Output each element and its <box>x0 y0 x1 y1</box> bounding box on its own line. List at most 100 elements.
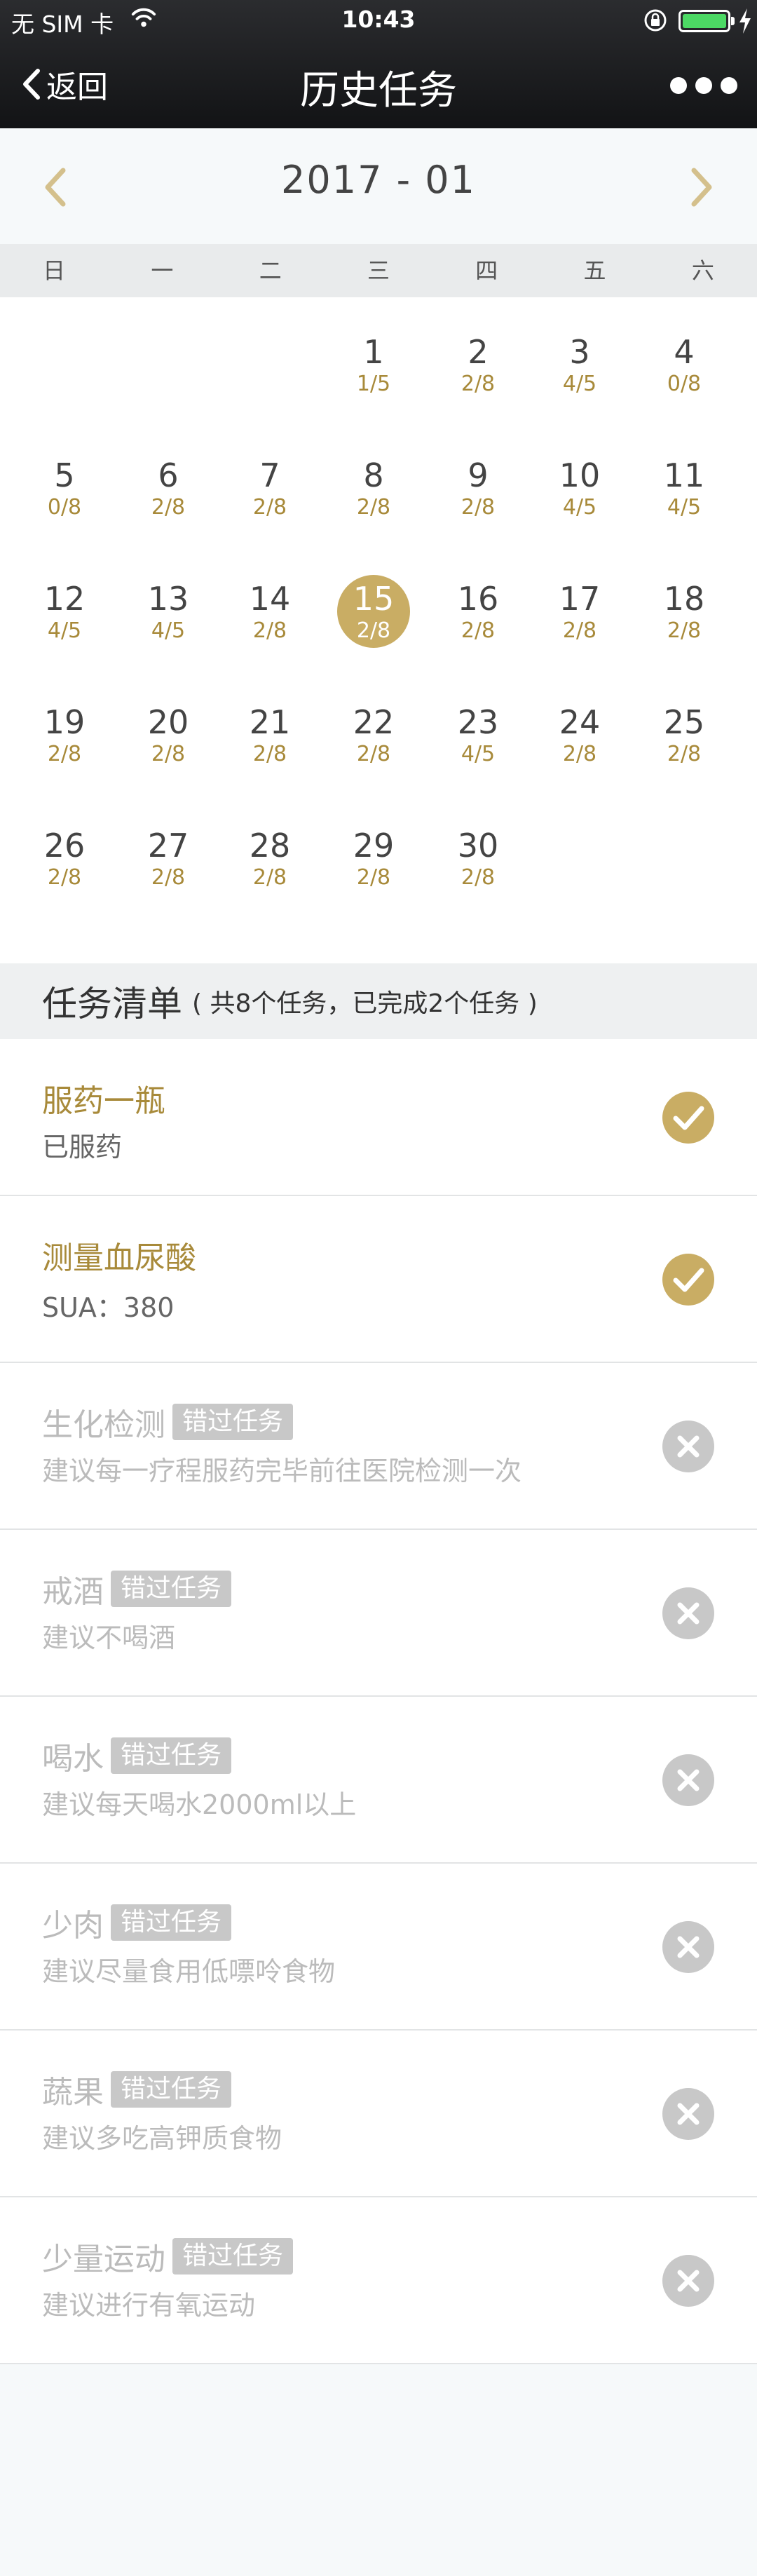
task-description: 建议不喝酒 <box>42 1622 176 1653</box>
rotation-lock-icon <box>644 9 667 32</box>
calendar-day-number: 9 <box>468 456 489 494</box>
weekday-label: 一 <box>151 257 174 284</box>
task-description: SUA：380 <box>42 1292 175 1323</box>
task-row[interactable]: 喝水 错过任务建议每天喝水2000ml以上 <box>0 1697 757 1864</box>
calendar-day-progress: 4/5 <box>562 495 597 520</box>
task-row[interactable]: 生化检测 错过任务 建议每一疗程服药完毕前往医院检测一次 <box>0 1363 757 1530</box>
calendar-day-progress: 4/5 <box>562 372 597 396</box>
task-row[interactable]: 服药一瓶 已服药 <box>0 1039 757 1196</box>
calendar-day[interactable]: 6 2/8 <box>116 421 221 533</box>
task-description: 已服药 <box>42 1132 123 1162</box>
calendar-day-progress: 4/5 <box>47 618 82 643</box>
calendar-day-number: 16 <box>457 580 499 618</box>
calendar-day-progress: 2/8 <box>356 742 391 766</box>
task-list-title: 任务清单 <box>42 984 182 1024</box>
task-description: 建议进行有氧运动 <box>42 2290 256 2321</box>
close-icon <box>662 2088 714 2140</box>
checkmark-icon <box>662 1092 714 1144</box>
task-row[interactable]: 蔬果 错过任务 建议多吃高钾质食物 <box>0 2031 757 2197</box>
calendar-day[interactable]: 13 4/5 <box>116 544 221 656</box>
calendar-day[interactable]: 14 2/8 <box>217 544 322 656</box>
missed-task-badge: 错过任务 <box>111 1904 232 1941</box>
calendar-day[interactable]: 30 2/8 <box>425 791 531 903</box>
calendar-day[interactable]: 7 2/8 <box>217 421 322 533</box>
task-row[interactable]: 戒酒 错过任务建议不喝酒 <box>0 1530 757 1697</box>
calendar-day-number: 22 <box>353 703 395 741</box>
task-title-row: 测量血尿酸 <box>42 1233 196 1277</box>
task-row[interactable]: 测量血尿酸 SUA：380 <box>0 1196 757 1363</box>
task-list: 服药一瓶 已服药测量血尿酸 SUA：380 生化检测 错过任务 建议每一疗程服药完毕前往医… <box>0 1039 757 2364</box>
close-icon <box>662 1754 714 1806</box>
calendar-day-number: 13 <box>147 580 189 618</box>
task-name: 戒酒 <box>42 1574 104 1610</box>
calendar-day[interactable]: 8 2/8 <box>321 421 426 533</box>
calendar-day[interactable]: 17 2/8 <box>527 544 632 656</box>
calendar-day[interactable]: 23 4/5 <box>425 667 531 780</box>
calendar-day[interactable]: 15 2/8 <box>321 544 426 656</box>
calendar-day-progress: 2/8 <box>356 865 391 890</box>
calendar-day-progress: 2/8 <box>252 742 287 766</box>
calendar-day[interactable]: 28 2/8 <box>217 791 322 903</box>
calendar-day[interactable]: 2 2/8 <box>425 297 531 409</box>
calendar-day[interactable]: 20 2/8 <box>116 667 221 780</box>
calendar-day-progress: 2/8 <box>47 742 82 766</box>
weekday-label: 六 <box>691 257 714 284</box>
task-row[interactable]: 少肉 错过任务 建议尽量食用低嘌呤食物 <box>0 1864 757 2031</box>
calendar-day-number: 26 <box>43 827 86 865</box>
calendar-day-number: 5 <box>54 456 75 494</box>
calendar-day-progress: 2/8 <box>252 495 287 520</box>
calendar-day-number: 20 <box>147 703 189 741</box>
calendar-day-progress: 2/8 <box>461 495 496 520</box>
calendar-day-number: 7 <box>259 456 280 494</box>
calendar-day[interactable]: 19 2/8 <box>12 667 117 780</box>
missed-task-badge: 错过任务 <box>111 1571 232 1607</box>
calendar-day[interactable]: 25 2/8 <box>632 667 737 780</box>
missed-task-badge: 错过任务 <box>172 2238 294 2275</box>
calendar-day-progress: 2/8 <box>151 495 186 520</box>
calendar-day[interactable]: 10 4/5 <box>527 421 632 533</box>
calendar-day[interactable]: 1 1/5 <box>321 297 426 409</box>
calendar-day-progress: 2/8 <box>151 865 186 890</box>
close-icon <box>662 2255 714 2307</box>
more-dots-icon[interactable] <box>670 69 737 102</box>
task-title-row: 少肉 错过任务 <box>42 1900 232 1945</box>
calendar-day[interactable]: 21 2/8 <box>217 667 322 780</box>
calendar-day[interactable]: 11 4/5 <box>632 421 737 533</box>
calendar-day[interactable]: 12 4/5 <box>12 544 117 656</box>
calendar-day-number: 30 <box>457 827 499 865</box>
calendar-day-progress: 2/8 <box>562 742 597 766</box>
weekday-label: 五 <box>583 257 606 284</box>
calendar-day-number: 18 <box>663 580 705 618</box>
calendar-day[interactable]: 24 2/8 <box>527 667 632 780</box>
calendar-day[interactable]: 26 2/8 <box>12 791 117 903</box>
calendar-day-number: 15 <box>353 580 395 618</box>
task-description: 建议每天喝水2000ml以上 <box>42 1789 357 1820</box>
task-row[interactable]: 少量运动 错过任务 建议进行有氧运动 <box>0 2197 757 2364</box>
calendar-day-progress: 2/8 <box>356 495 391 520</box>
calendar-day-progress: 4/5 <box>667 495 702 520</box>
task-title-row: 生化检测 错过任务 <box>42 1399 294 1444</box>
calendar-day[interactable]: 16 2/8 <box>425 544 531 656</box>
weekday-header: 日 一 二 三 四 五 六 <box>0 244 757 297</box>
calendar-day-progress: 2/8 <box>356 618 391 643</box>
calendar-day-number: 24 <box>559 703 601 741</box>
calendar-day-progress: 2/8 <box>47 865 82 890</box>
missed-task-badge: 错过任务 <box>111 1737 232 1774</box>
calendar-day-number: 25 <box>663 703 705 741</box>
calendar-day[interactable]: 4 0/8 <box>632 297 737 409</box>
calendar-day[interactable]: 18 2/8 <box>632 544 737 656</box>
calendar-day[interactable]: 9 2/8 <box>425 421 531 533</box>
month-selector: 2017 - 01 <box>0 128 757 244</box>
calendar-day-progress: 2/8 <box>562 618 597 643</box>
calendar-day[interactable]: 29 2/8 <box>321 791 426 903</box>
calendar-day-number: 23 <box>457 703 499 741</box>
calendar-day[interactable]: 3 4/5 <box>527 297 632 409</box>
calendar-day-progress: 2/8 <box>252 865 287 890</box>
nav-bar: 返回 历史任务 <box>0 41 757 128</box>
calendar-day[interactable]: 27 2/8 <box>116 791 221 903</box>
calendar-day[interactable]: 5 0/8 <box>12 421 117 533</box>
calendar-day-number: 6 <box>158 456 179 494</box>
task-title-row: 喝水 错过任务 <box>42 1733 232 1778</box>
chevron-right-icon[interactable] <box>680 165 722 210</box>
calendar-day[interactable]: 22 2/8 <box>321 667 426 780</box>
